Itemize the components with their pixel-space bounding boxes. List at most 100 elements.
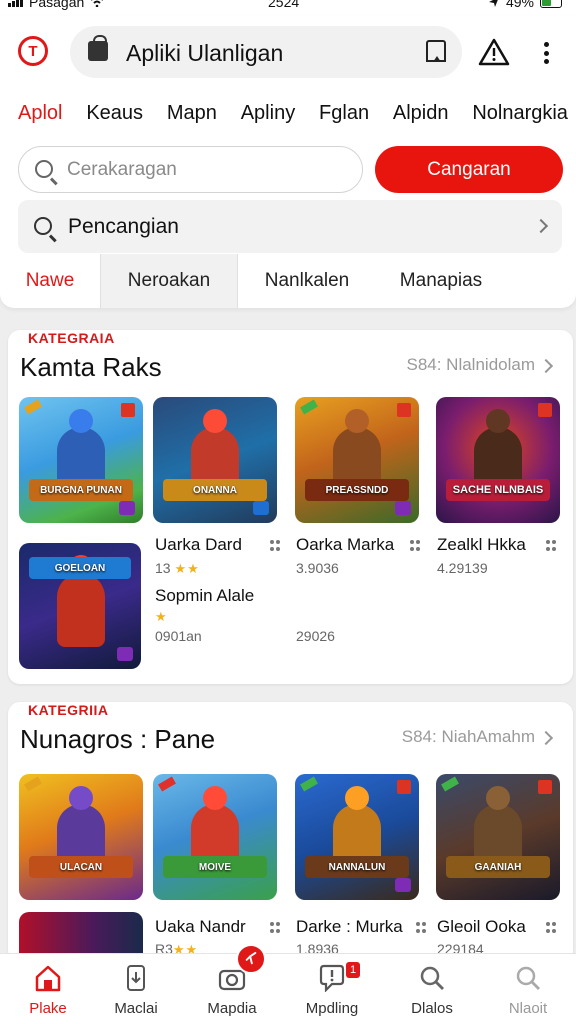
app-thumbnail[interactable]: MOIVE (153, 774, 277, 900)
app-downloads: 29026 (296, 628, 335, 644)
nav-item-more[interactable]: Nlaoit (480, 954, 576, 1024)
app-name[interactable]: Zealkl Hkka (437, 535, 526, 555)
category-nav: Aplol Keaus Mapn Apliny Fglan Alpidn Nol… (18, 102, 568, 125)
app-name[interactable]: Gleoil Ooka (437, 917, 526, 937)
search-icon (34, 217, 52, 235)
platform-badge-icon (117, 647, 133, 661)
category-tab[interactable]: Keaus (86, 102, 143, 125)
app-name[interactable]: Uarka Dard (155, 535, 242, 555)
search-input[interactable] (67, 157, 347, 183)
star-rating-icon: ★★ (174, 561, 200, 576)
nav-label: Mpdling (305, 1000, 359, 1017)
app-meta: ★ (155, 608, 168, 625)
header: T Apliki Ulanligan Aplol Keaus Mapn Apli… (0, 16, 576, 308)
app-name[interactable]: Sopmin Alale (155, 586, 254, 606)
search-field[interactable] (18, 146, 363, 193)
platform-badge-icon (395, 501, 411, 515)
category-tab[interactable]: Fglan (319, 102, 369, 125)
section-title: Kamta Raks (20, 352, 162, 382)
app-thumbnail[interactable]: ONANNA (153, 397, 277, 523)
app-name[interactable]: Oarka Marka (296, 535, 394, 555)
sub-tab-new[interactable]: Nawe (0, 254, 100, 308)
sub-tab[interactable]: Neroakan (100, 254, 238, 308)
see-all-label: S84: Nlalnidolam (406, 355, 535, 374)
page-title: Apliki Ulanligan (126, 40, 284, 66)
app-thumbnail[interactable]: SACHE NLNBAIS (436, 397, 560, 523)
app-logo-icon[interactable]: T (18, 36, 48, 66)
signal-icon (8, 0, 23, 7)
warning-icon[interactable] (478, 38, 510, 66)
nav-item-messages[interactable]: 1 Mpdling (284, 954, 380, 1024)
signal-group: Pasagan (8, 0, 104, 10)
app-section: KATEGRAIA Kamta Raks S84: Nlalnidolam BU… (8, 330, 573, 684)
sub-tab[interactable]: Nanlkalen (238, 254, 376, 308)
bottom-nav: Plake Maclai Mapdia 1 Mpdling Dlalos Nla… (0, 953, 576, 1024)
see-all-link[interactable]: S84: Nlalnidolam (406, 355, 554, 375)
rating-flag-icon (538, 780, 552, 794)
chevron-right-icon (538, 730, 554, 746)
nav-item-home[interactable]: Plake (0, 954, 96, 1024)
nav-item-search[interactable]: Dlalos (384, 954, 480, 1024)
search-suggestion-row[interactable]: Pencangian (18, 200, 562, 253)
rating-flag-icon (397, 780, 411, 794)
app-meta: 13 ★★ (155, 560, 200, 577)
search-icon (35, 160, 53, 178)
nav-item-media[interactable]: Mapdia (184, 954, 280, 1024)
drag-handle-icon[interactable] (416, 922, 426, 934)
app-meta: 3.9036 (296, 560, 339, 576)
app-section: KATEGRIIA Nunagros : Pane S84: NiahAmahm… (8, 702, 573, 962)
app-thumbnail[interactable]: GOELOAN (19, 543, 141, 669)
thumb-title: PREASSNDD (305, 479, 409, 501)
see-all-link[interactable]: S84: NiahAmahm (401, 727, 554, 747)
status-bar: Pasagan 2524 49% (0, 0, 576, 16)
platform-badge-icon (395, 878, 411, 892)
app-name[interactable]: Darke : Murka (296, 917, 403, 937)
rating-flag-icon (121, 403, 135, 417)
app-thumbnail[interactable]: ULACAN (19, 774, 143, 900)
app-name[interactable]: Uaka Nandr (155, 917, 246, 937)
battery-icon (540, 0, 562, 8)
floating-action-button[interactable] (236, 944, 266, 974)
search-icon (420, 966, 444, 990)
app-thumbnail[interactable]: NANNALUN (295, 774, 419, 900)
nav-label: Maclai (114, 1000, 158, 1017)
address-bar[interactable]: Apliki Ulanligan (70, 26, 462, 78)
category-tab[interactable]: Alpidn (393, 102, 449, 125)
app-thumbnail[interactable]: GAANIAH (436, 774, 560, 900)
section-label: KATEGRIIA (28, 702, 109, 718)
app-downloads: 0901an (155, 628, 202, 644)
app-thumbnail[interactable]: BURGNA PUNAN (19, 397, 143, 523)
nav-label: Mapdia (207, 1000, 257, 1017)
drag-handle-icon[interactable] (270, 540, 280, 552)
search-suggestion-text: Pencangian (68, 215, 179, 238)
battery-percent: 49% (505, 0, 534, 10)
search-icon (516, 966, 540, 990)
carrier-label: Pasagan (29, 0, 85, 10)
search-button[interactable]: Cangaran (375, 146, 563, 193)
app-rating-count: 13 (155, 560, 171, 576)
category-tab[interactable]: Aplol (18, 102, 62, 125)
category-tab[interactable]: Mapn (167, 102, 217, 125)
nav-item-apps[interactable]: Maclai (88, 954, 184, 1024)
bookmark-icon[interactable] (426, 40, 446, 62)
category-tab[interactable]: Apliny (241, 102, 295, 125)
nav-label: Plake (29, 1000, 67, 1017)
chevron-right-icon (538, 358, 554, 374)
category-tab[interactable]: Nolnargkia (472, 102, 568, 125)
clock: 2524 (268, 0, 300, 10)
rating-flag-icon (397, 403, 411, 417)
section-title: Nunagros : Pane (20, 724, 216, 754)
platform-badge-icon (119, 501, 135, 515)
shopping-bag-icon (88, 35, 108, 61)
drag-handle-icon[interactable] (546, 540, 556, 552)
more-options-icon[interactable] (538, 42, 554, 64)
phone-download-icon (127, 965, 145, 991)
wifi-icon (91, 0, 104, 7)
drag-handle-icon[interactable] (410, 540, 420, 552)
app-thumbnail[interactable]: PREASSNDD (295, 397, 419, 523)
sub-tab[interactable]: Manapias (376, 254, 506, 308)
star-rating-icon: ★ (155, 609, 168, 624)
see-all-label: S84: NiahAmahm (401, 727, 535, 746)
drag-handle-icon[interactable] (270, 922, 280, 934)
drag-handle-icon[interactable] (546, 922, 556, 934)
